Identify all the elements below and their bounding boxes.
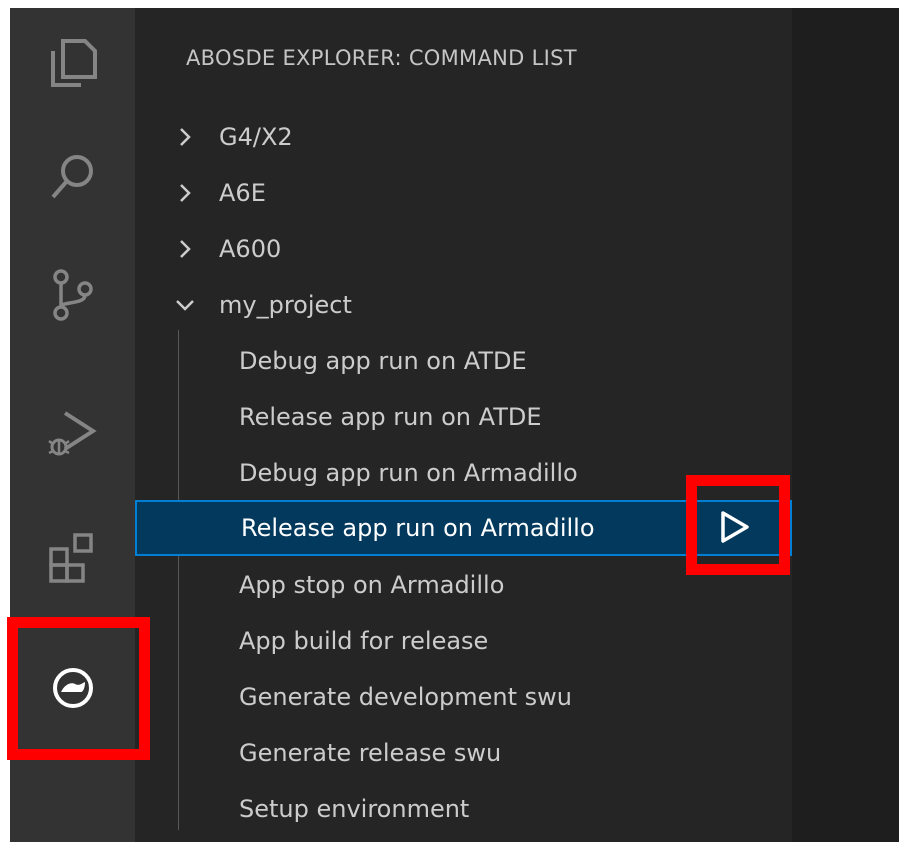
command-label: Release app run on ATDE bbox=[239, 403, 542, 431]
tree-group-g4-x2[interactable]: G4/X2 bbox=[135, 110, 792, 164]
explorer-icon[interactable] bbox=[10, 8, 135, 118]
command-item-selected[interactable]: Release app run on Armadillo bbox=[135, 500, 792, 556]
tree-group-a600[interactable]: A600 bbox=[135, 222, 792, 276]
activity-bar bbox=[10, 8, 135, 842]
chevron-right-icon bbox=[180, 128, 191, 146]
command-label: App build for release bbox=[239, 627, 489, 655]
extensions-icon[interactable] bbox=[10, 502, 135, 612]
command-label: Debug app run on ATDE bbox=[239, 347, 527, 375]
command-label: Release app run on Armadillo bbox=[241, 514, 595, 542]
chevron-right-icon bbox=[180, 240, 191, 258]
command-item[interactable]: Generate development swu bbox=[135, 670, 792, 724]
command-item[interactable]: App build for release bbox=[135, 614, 792, 668]
abosde-icon[interactable] bbox=[10, 633, 135, 743]
command-item[interactable]: Debug app run on ATDE bbox=[135, 334, 792, 388]
run-command-button[interactable] bbox=[709, 502, 759, 552]
screenshot-frame: ABOSDE EXPLORER: COMMAND LIST G4/X2 A6E … bbox=[0, 0, 907, 854]
command-item[interactable]: Release app run on ATDE bbox=[135, 390, 792, 444]
command-item[interactable]: Setup environment bbox=[135, 782, 792, 836]
run-debug-icon[interactable] bbox=[10, 378, 135, 488]
command-label: Debug app run on Armadillo bbox=[239, 459, 578, 487]
tree-group-a6e[interactable]: A6E bbox=[135, 166, 792, 220]
chevron-down-icon bbox=[176, 300, 194, 311]
tree-group-label: A6E bbox=[219, 179, 266, 207]
tree-group-label: my_project bbox=[219, 291, 352, 319]
command-label: Setup environment bbox=[239, 795, 470, 823]
command-label: Generate development swu bbox=[239, 683, 573, 711]
sidebar-title: ABOSDE EXPLORER: COMMAND LIST bbox=[186, 46, 577, 70]
chevron-right-icon bbox=[180, 184, 191, 202]
command-label: Generate release swu bbox=[239, 739, 502, 767]
tree-group-my-project[interactable]: my_project bbox=[135, 278, 792, 332]
play-icon bbox=[721, 511, 749, 543]
command-item[interactable]: Generate release swu bbox=[135, 726, 792, 780]
editor-area bbox=[792, 8, 899, 842]
tree-group-label: A600 bbox=[219, 235, 282, 263]
search-icon[interactable] bbox=[10, 124, 135, 234]
command-label: App stop on Armadillo bbox=[239, 571, 505, 599]
command-item[interactable]: App stop on Armadillo bbox=[135, 558, 792, 612]
command-item[interactable]: Debug app run on Armadillo bbox=[135, 446, 792, 500]
tree-group-label: G4/X2 bbox=[219, 123, 293, 151]
source-control-icon[interactable] bbox=[10, 240, 135, 350]
sidebar-panel: ABOSDE EXPLORER: COMMAND LIST G4/X2 A6E … bbox=[135, 8, 792, 842]
